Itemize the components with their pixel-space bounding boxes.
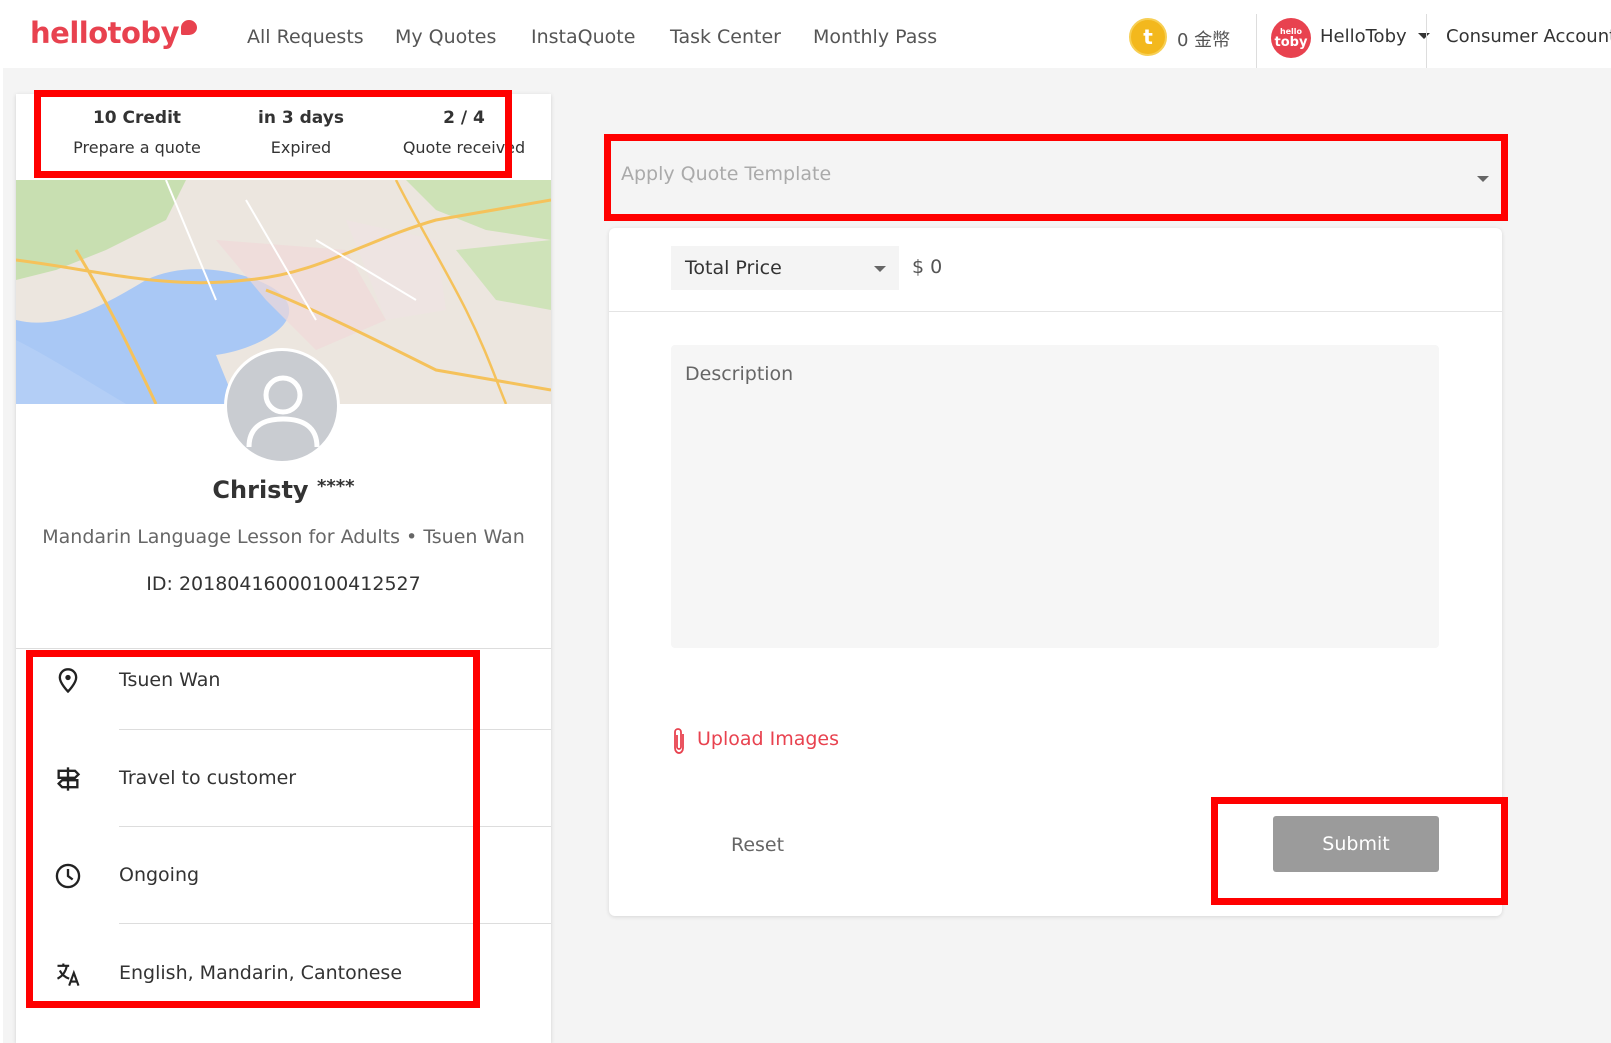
detail-location: Tsuen Wan [16, 667, 551, 765]
expiry-label: Expired [270, 138, 332, 157]
price-amount[interactable]: $ 0 [912, 256, 942, 278]
paperclip-icon [674, 728, 684, 754]
translate-icon [56, 963, 80, 987]
detail-travel: Travel to customer [16, 765, 551, 863]
customer-name: Christy **** [16, 476, 551, 504]
credit-label: Prepare a quote [73, 138, 201, 157]
card-divider [609, 311, 1502, 312]
request-id: ID: 20180416000100412527 [146, 573, 421, 595]
expiry-value: in 3 days [258, 108, 344, 128]
consumer-account-link[interactable]: Consumer Account [1446, 26, 1611, 47]
nav-divider [1256, 14, 1257, 68]
detail-divider [119, 923, 551, 924]
card-divider [16, 648, 551, 649]
detail-languages-text: English, Mandarin, Cantonese [119, 962, 403, 984]
service-name: Mandarin Language Lesson for Adults [42, 526, 400, 548]
detail-divider [119, 826, 551, 827]
reset-button[interactable]: Reset [731, 834, 784, 856]
chevron-down-icon [1418, 33, 1431, 39]
quote-form-card: Total Price $ 0 Upload Images Reset Subm… [609, 228, 1502, 916]
description-textarea[interactable] [671, 345, 1439, 648]
top-navbar: hellotoby All Requests My Quotes InstaQu… [0, 0, 1611, 68]
detail-schedule: Ongoing [16, 862, 551, 960]
coin-balance[interactable]: 0 金幣 [1177, 26, 1230, 52]
nav-instaquote[interactable]: InstaQuote [531, 26, 635, 48]
quotes-label: Quote received [402, 138, 526, 157]
clock-icon [55, 863, 81, 889]
user-menu-button[interactable]: HelloToby [1320, 26, 1431, 47]
chevron-down-icon [874, 266, 886, 272]
upload-images-label: Upload Images [697, 728, 840, 750]
signpost-icon [57, 767, 81, 791]
detail-travel-text: Travel to customer [119, 767, 297, 789]
logo-speech-bubble-icon [181, 20, 197, 35]
credit-value: 10 Credit [92, 108, 182, 128]
service-summary: Mandarin Language Lesson for Adults • Ts… [16, 526, 551, 548]
detail-languages: English, Mandarin, Cantonese [16, 960, 551, 1043]
credit-stat: 10 Credit Prepare a quote [52, 108, 222, 157]
customer-avatar [224, 348, 340, 464]
price-type-label: Total Price [685, 257, 782, 279]
nav-monthly-pass[interactable]: Monthly Pass [813, 26, 937, 48]
coin-icon[interactable]: t [1129, 18, 1167, 56]
detail-schedule-text: Ongoing [119, 864, 200, 886]
quote-template-placeholder: Apply Quote Template [621, 163, 832, 185]
expiry-stat: in 3 days Expired [216, 108, 386, 157]
nav-all-requests[interactable]: All Requests [247, 26, 364, 48]
user-placeholder-icon [246, 375, 320, 448]
customer-name-masked: **** [316, 476, 355, 497]
nav-divider [1426, 14, 1427, 68]
nav-task-center[interactable]: Task Center [670, 26, 781, 48]
detail-location-text: Tsuen Wan [119, 669, 221, 691]
request-card: 10 Credit Prepare a quote in 3 days Expi… [16, 94, 551, 1043]
nav-my-quotes[interactable]: My Quotes [395, 26, 496, 48]
user-name: HelloToby [1320, 26, 1407, 47]
chevron-down-icon [1477, 176, 1489, 182]
quote-template-select[interactable]: Apply Quote Template [611, 143, 1506, 213]
service-location: Tsuen Wan [423, 526, 525, 548]
detail-divider [119, 729, 551, 730]
submit-button[interactable]: Submit [1273, 816, 1439, 872]
user-avatar[interactable]: hello toby [1271, 18, 1311, 58]
location-pin-icon [58, 668, 78, 694]
hellotoby-logo[interactable]: hellotoby [30, 16, 180, 50]
customer-first-name: Christy [212, 476, 309, 504]
avatar-text-bottom: toby [1274, 34, 1308, 50]
bullet-separator: • [406, 526, 418, 548]
quotes-stat: 2 / 4 Quote received [379, 108, 549, 157]
quotes-value: 2 / 4 [443, 108, 485, 128]
price-type-select[interactable]: Total Price [671, 246, 899, 290]
